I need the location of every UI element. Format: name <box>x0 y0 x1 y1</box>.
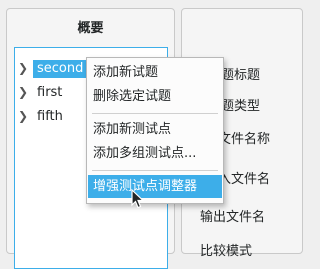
property-label-filename: 文件名称 <box>218 132 271 147</box>
menu-separator <box>92 113 218 114</box>
chevron-right-icon[interactable]: ❯ <box>18 85 32 99</box>
chevron-right-icon[interactable]: ❯ <box>18 109 32 123</box>
menu-delete-problem[interactable]: 删除选定试题 <box>88 85 222 108</box>
property-label-compare-mode: 比较模式 <box>200 244 253 259</box>
property-label-output-file: 输出文件名 <box>200 210 266 225</box>
context-menu: 添加新试题 删除选定试题 添加新测试点 添加多组测试点... 增强测试点调整器 <box>86 57 224 204</box>
menu-enhanced-test-case-adjuster[interactable]: 增强测试点调整器 <box>88 175 222 198</box>
property-label-input-file: 入文件名 <box>218 172 271 187</box>
menu-add-multiple-test-cases[interactable]: 添加多组测试点... <box>88 142 222 165</box>
menu-add-problem[interactable]: 添加新试题 <box>88 61 222 84</box>
mouse-cursor-icon <box>131 189 145 209</box>
menu-separator <box>92 170 218 171</box>
chevron-right-icon[interactable]: ❯ <box>18 61 32 75</box>
tree-item-label: first <box>37 85 63 100</box>
menu-add-test-case[interactable]: 添加新测试点 <box>88 118 222 141</box>
tree-item-label: fifth <box>37 109 63 124</box>
overview-title: 概要 <box>77 21 104 36</box>
property-label-title: 题标题 <box>221 68 261 83</box>
property-label-type: 题类型 <box>221 99 261 114</box>
